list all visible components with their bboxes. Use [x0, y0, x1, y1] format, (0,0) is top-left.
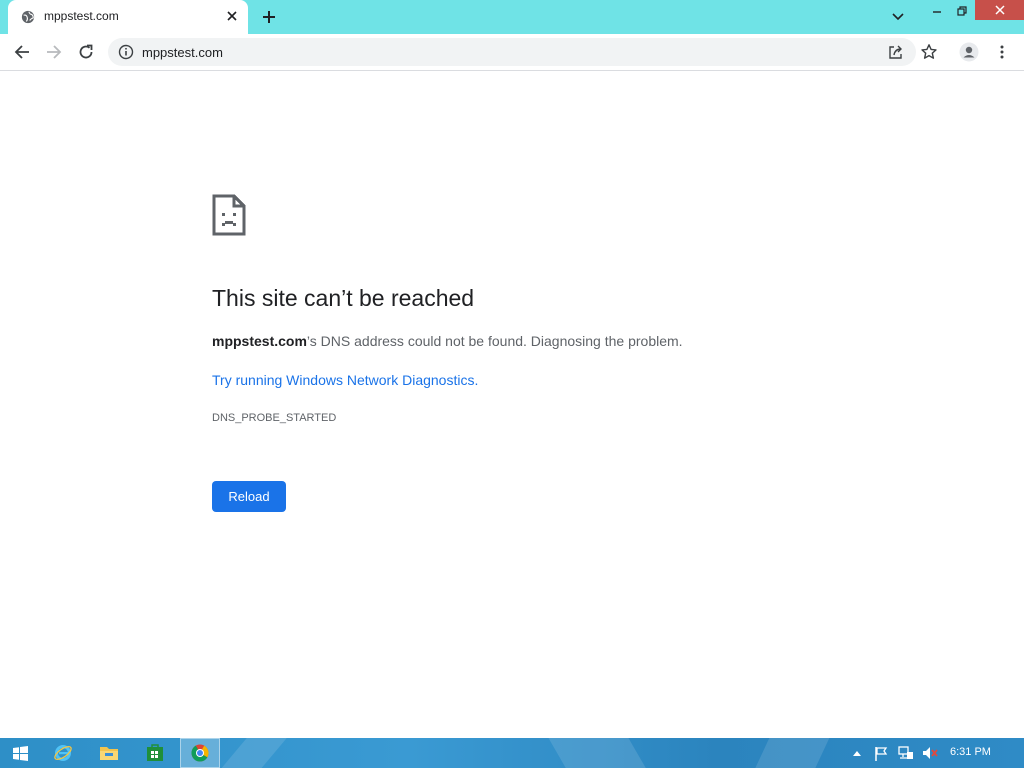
- new-tab-button[interactable]: [258, 6, 280, 28]
- tab-mppstest[interactable]: mppstest.com: [8, 0, 248, 34]
- chrome-menu-button[interactable]: [990, 40, 1014, 64]
- tab-title: mppstest.com: [44, 9, 119, 23]
- action-center-flag-icon: [875, 746, 888, 761]
- volume-muted-icon: [923, 747, 938, 759]
- taskbar-file-explorer[interactable]: [89, 738, 129, 768]
- close-icon: [227, 11, 237, 21]
- close-icon: [994, 5, 1005, 15]
- action-center-button[interactable]: [872, 738, 890, 768]
- error-title: This site can’t be reached: [212, 285, 475, 311]
- kebab-menu-icon: [1000, 45, 1004, 59]
- error-description: mppstest.com’s DNS address could not be …: [212, 333, 683, 349]
- internet-explorer-icon: [54, 745, 72, 761]
- reload-icon: [79, 44, 93, 59]
- address-bar[interactable]: mppstest.com: [108, 38, 937, 66]
- profile-icon: [959, 42, 979, 62]
- error-domain: mppstest.com: [212, 333, 307, 349]
- taskbar-store[interactable]: [135, 738, 175, 768]
- windows-taskbar: 6:31 PM: [0, 738, 1024, 768]
- forward-button[interactable]: [42, 40, 66, 64]
- profile-button[interactable]: [957, 40, 981, 64]
- volume-button[interactable]: [921, 738, 939, 768]
- close-window-button[interactable]: [975, 0, 1024, 20]
- reload-toolbar-button[interactable]: [74, 40, 98, 64]
- restore-button[interactable]: [951, 0, 973, 22]
- browser-toolbar: mppstest.com: [0, 34, 1024, 71]
- network-diagnostics-link[interactable]: Try running Windows Network Diagnostics.: [212, 372, 478, 388]
- file-explorer-icon: [100, 747, 118, 760]
- info-icon[interactable]: [118, 44, 134, 60]
- chevron-down-icon: [892, 13, 904, 21]
- arrow-left-icon: [14, 45, 29, 59]
- back-button[interactable]: [10, 40, 34, 64]
- store-icon: [147, 744, 163, 761]
- globe-icon: [21, 10, 35, 24]
- share-icon[interactable]: [887, 43, 905, 61]
- restore-icon: [957, 6, 967, 16]
- error-code: DNS_PROBE_STARTED: [212, 412, 337, 424]
- taskbar-internet-explorer[interactable]: [43, 738, 83, 768]
- show-hidden-icons-button[interactable]: [850, 738, 864, 768]
- taskbar-wallpaper-stripe: [746, 738, 834, 768]
- error-description-text: ’s DNS address could not be found. Diagn…: [306, 333, 683, 349]
- taskbar-wallpaper-stripe: [542, 738, 658, 768]
- taskbar-clock[interactable]: 6:31 PM: [950, 746, 991, 758]
- show-hidden-icons-icon: [853, 751, 861, 756]
- start-button[interactable]: [0, 738, 40, 768]
- sad-document-icon: [212, 194, 246, 236]
- minimize-icon: [933, 11, 941, 13]
- close-tab-button[interactable]: [224, 8, 240, 24]
- url-text[interactable]: mppstest.com: [142, 45, 223, 60]
- tab-search-button[interactable]: [888, 7, 908, 27]
- arrow-right-icon: [47, 45, 62, 59]
- chrome-icon: [191, 744, 209, 762]
- taskbar-chrome[interactable]: [180, 738, 220, 768]
- tab-strip: mppstest.com: [0, 0, 1024, 34]
- error-page: This site can’t be reached mppstest.com’…: [0, 71, 1024, 738]
- minimize-button[interactable]: [926, 0, 948, 22]
- plus-icon: [263, 11, 275, 23]
- windows-start-icon: [12, 745, 28, 761]
- reload-button[interactable]: Reload: [212, 481, 286, 512]
- star-icon[interactable]: [920, 43, 938, 61]
- network-button[interactable]: [897, 738, 915, 768]
- network-icon: [898, 746, 913, 759]
